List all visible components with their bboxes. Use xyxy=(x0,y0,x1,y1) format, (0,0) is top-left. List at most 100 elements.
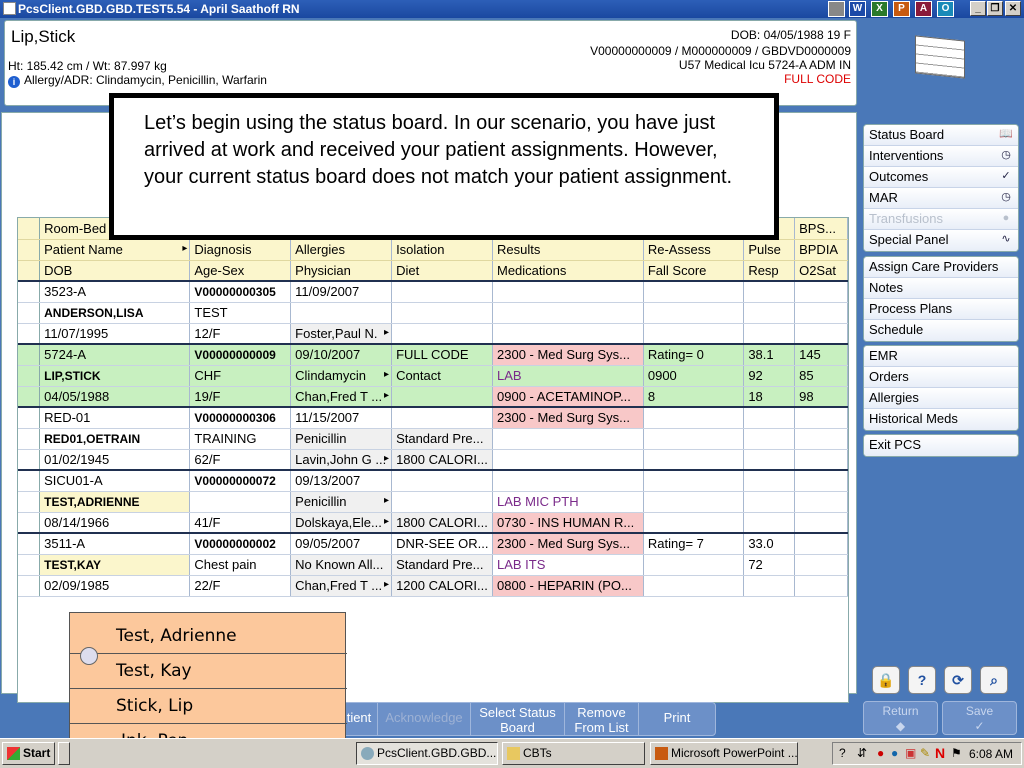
table-cell[interactable] xyxy=(643,406,745,429)
table-cell[interactable] xyxy=(794,532,848,555)
table-cell[interactable] xyxy=(743,428,796,450)
table-cell[interactable]: 98 xyxy=(794,386,848,408)
table-row[interactable]: SICU01-A V00000000072 09/13/2007 xyxy=(18,469,848,492)
table-cell[interactable]: 3523-A xyxy=(39,280,191,303)
taskbar-item-powerpoint[interactable]: Microsoft PowerPoint ... xyxy=(650,742,798,765)
nav-emr[interactable]: EMR xyxy=(864,346,1018,367)
table-cell[interactable]: 11/15/2007 xyxy=(290,406,393,429)
tray-app-icon[interactable] xyxy=(828,1,845,17)
table-cell[interactable]: LAB xyxy=(492,365,644,387)
table-cell[interactable]: ANDERSON,LISA xyxy=(39,302,191,324)
column-header[interactable]: Diet xyxy=(391,260,493,282)
table-cell[interactable] xyxy=(794,428,848,450)
table-cell[interactable]: V00000000305 xyxy=(189,280,292,303)
table-cell[interactable] xyxy=(391,406,493,429)
table-row[interactable]: TEST,KAY Chest pain No Known All... Standar… xyxy=(18,554,848,576)
table-cell[interactable]: V00000000306 xyxy=(189,406,292,429)
table-cell[interactable]: TEST xyxy=(189,302,292,324)
table-cell[interactable] xyxy=(643,491,745,513)
table-cell[interactable]: 0800 - HEPARIN (PO... xyxy=(492,575,644,597)
table-cell[interactable] xyxy=(743,323,796,345)
table-cell[interactable]: Penicillin xyxy=(290,491,393,513)
table-cell[interactable]: 12/F xyxy=(189,323,292,345)
table-row[interactable]: 02/09/198522/FChan,Fred T ...1200 CALORI… xyxy=(18,575,848,597)
table-cell[interactable]: 22/F xyxy=(189,575,292,597)
table-cell[interactable] xyxy=(391,469,493,492)
table-cell[interactable]: LIP,STICK xyxy=(39,365,191,387)
table-cell[interactable]: 62/F xyxy=(189,449,292,471)
nav-notes[interactable]: Notes xyxy=(864,278,1018,299)
table-cell[interactable]: RED01,OETRAIN xyxy=(39,428,191,450)
table-cell[interactable]: Rating= 0 xyxy=(643,343,745,366)
table-cell[interactable] xyxy=(391,323,493,345)
table-cell[interactable]: TEST,ADRIENNE xyxy=(39,491,191,513)
table-cell[interactable] xyxy=(391,302,493,324)
pencil-icon[interactable]: ✎ xyxy=(920,746,930,760)
table-row[interactable]: 3523-A V00000000305 11/09/2007 xyxy=(18,280,848,303)
table-cell[interactable] xyxy=(794,512,848,534)
table-cell[interactable] xyxy=(794,575,848,597)
table-cell[interactable] xyxy=(643,575,745,597)
table-cell[interactable] xyxy=(492,302,644,324)
info-icon[interactable]: i xyxy=(8,76,20,88)
column-header[interactable]: Resp xyxy=(743,260,796,282)
table-cell[interactable] xyxy=(794,323,848,345)
table-cell[interactable] xyxy=(290,302,393,324)
table-cell[interactable] xyxy=(794,302,848,324)
table-cell[interactable]: 3511-A xyxy=(39,532,191,555)
table-cell[interactable] xyxy=(643,280,745,303)
table-cell[interactable]: Rating= 7 xyxy=(643,532,745,555)
word-icon[interactable]: W xyxy=(849,1,866,17)
close-button[interactable]: ✕ xyxy=(1005,1,1021,16)
table-cell[interactable]: 0900 - ACETAMINOP... xyxy=(492,386,644,408)
table-row[interactable]: TEST,ADRIENNE Penicillin LAB MIC PTH xyxy=(18,491,848,513)
row-selector-cell[interactable] xyxy=(18,428,41,450)
table-cell[interactable]: 02/09/1985 xyxy=(39,575,191,597)
start-button[interactable]: Start xyxy=(2,742,55,765)
table-cell[interactable] xyxy=(391,386,493,408)
nav-historical-meds[interactable]: Historical Meds xyxy=(864,409,1018,430)
table-cell[interactable]: Chest pain xyxy=(189,554,292,576)
network-icon[interactable]: ● xyxy=(891,746,898,760)
column-header[interactable]: Re-Assess xyxy=(643,239,745,261)
nav-outcomes[interactable]: Outcomes ✓ xyxy=(864,167,1018,188)
column-header[interactable]: Age-Sex xyxy=(189,260,292,282)
table-cell[interactable] xyxy=(743,406,796,429)
column-header[interactable]: Isolation xyxy=(391,239,493,261)
nav-process-plans[interactable]: Process Plans xyxy=(864,299,1018,320)
powerpoint-icon[interactable]: P xyxy=(893,1,910,17)
flag-icon[interactable]: ⚑ xyxy=(951,746,962,760)
table-cell[interactable]: 8 xyxy=(643,386,745,408)
refresh-icon[interactable]: ⟳ xyxy=(944,666,972,694)
row-selector-cell[interactable] xyxy=(18,323,41,345)
table-cell[interactable] xyxy=(492,323,644,345)
table-row[interactable]: 01/02/194562/FLavin,John G ...1800 CALOR… xyxy=(18,449,848,471)
table-cell[interactable] xyxy=(643,449,745,471)
row-selector-cell[interactable] xyxy=(18,554,41,576)
table-cell[interactable]: DNR-SEE OR... xyxy=(391,532,493,555)
nav-orders[interactable]: Orders xyxy=(864,367,1018,388)
column-header[interactable]: BPDIA xyxy=(794,239,848,261)
row-selector-cell[interactable] xyxy=(18,302,41,324)
row-selector-cell[interactable] xyxy=(18,365,41,387)
table-cell[interactable]: 11/09/2007 xyxy=(290,280,393,303)
table-row[interactable]: RED01,OETRAIN TRAINING Penicillin Standard … xyxy=(18,428,848,450)
taskbar-item-cbts[interactable]: CBTs xyxy=(502,742,645,765)
table-row[interactable]: ANDERSON,LISA TEST xyxy=(18,302,848,324)
table-cell[interactable]: CHF xyxy=(189,365,292,387)
row-selector-cell[interactable] xyxy=(18,343,41,366)
table-cell[interactable]: 0730 - INS HUMAN R... xyxy=(492,512,644,534)
table-cell[interactable] xyxy=(743,469,796,492)
table-cell[interactable] xyxy=(643,554,745,576)
column-header[interactable]: DOB xyxy=(39,260,191,282)
access-icon[interactable]: A xyxy=(915,1,932,17)
outlook-icon[interactable]: O xyxy=(937,1,954,17)
table-cell[interactable] xyxy=(743,449,796,471)
column-header[interactable]: Allergies xyxy=(290,239,393,261)
table-cell[interactable]: V00000000002 xyxy=(189,532,292,555)
table-cell[interactable] xyxy=(492,469,644,492)
table-cell[interactable] xyxy=(794,449,848,471)
select-status-board-button[interactable]: Select Status Board xyxy=(471,703,565,735)
table-cell[interactable]: 145 xyxy=(794,343,848,366)
nav-allergies[interactable]: Allergies xyxy=(864,388,1018,409)
